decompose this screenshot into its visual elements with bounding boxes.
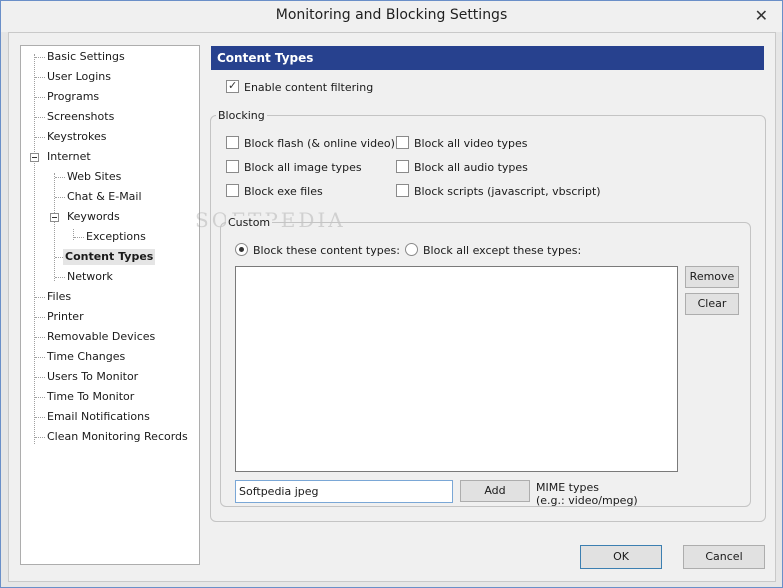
tree-item-exceptions[interactable]: Exceptions — [84, 229, 148, 245]
tree-item-removable-devices[interactable]: Removable Devices — [45, 329, 157, 345]
block-flash-label: Block flash (& online video) — [244, 137, 395, 150]
page-title: Content Types — [211, 46, 764, 70]
tree-item-network[interactable]: Network — [65, 269, 115, 285]
tree-item-files[interactable]: Files — [45, 289, 73, 305]
block-these-radio[interactable]: Block these content types: — [235, 243, 400, 259]
settings-tree[interactable]: Basic Settings User Logins Programs Scre… — [20, 45, 200, 565]
tree-connector — [35, 417, 45, 418]
tree-item-time-to-monitor[interactable]: Time To Monitor — [45, 389, 136, 405]
tree-item-chat-email[interactable]: Chat & E-Mail — [65, 189, 144, 205]
clear-button[interactable]: Clear — [685, 293, 739, 315]
window-title: Monitoring and Blocking Settings — [275, 7, 508, 23]
tree-connector — [55, 177, 65, 178]
tree-connector — [55, 197, 65, 198]
tree-connector — [34, 54, 35, 444]
tree-connector — [35, 297, 45, 298]
tree-connector — [35, 137, 45, 138]
tree-item-clean-monitoring-records[interactable]: Clean Monitoring Records — [45, 429, 190, 445]
block-these-label: Block these content types: — [253, 244, 400, 257]
ok-button[interactable]: OK — [580, 545, 662, 569]
checkbox-icon — [226, 136, 239, 149]
mime-types-hint-example: (e.g.: video/mpeg) — [536, 494, 638, 507]
tree-connector — [54, 173, 55, 281]
tree-item-web-sites[interactable]: Web Sites — [65, 169, 123, 185]
tree-item-basic-settings[interactable]: Basic Settings — [45, 49, 127, 65]
tree-connector — [73, 229, 74, 240]
tree-item-keystrokes[interactable]: Keystrokes — [45, 129, 108, 145]
block-exe-label: Block exe files — [244, 185, 323, 198]
tree-connector — [35, 117, 45, 118]
tree-connector — [35, 57, 45, 58]
enable-filtering-checkbox[interactable]: Enable content filtering — [226, 78, 374, 96]
tree-connector — [35, 77, 45, 78]
checkbox-icon — [396, 136, 409, 149]
content-types-list[interactable] — [235, 266, 678, 472]
checkbox-icon — [396, 160, 409, 173]
checkbox-icon — [226, 160, 239, 173]
block-exe-checkbox[interactable]: Block exe files — [226, 184, 323, 200]
tree-connector — [55, 277, 65, 278]
radio-icon — [235, 243, 248, 256]
tree-connector — [35, 377, 45, 378]
settings-dialog: Monitoring and Blocking Settings ✕ Basic… — [0, 0, 783, 588]
tree-connector — [35, 317, 45, 318]
block-except-label: Block all except these types: — [423, 244, 582, 257]
tree-item-printer[interactable]: Printer — [45, 309, 86, 325]
block-except-radio[interactable]: Block all except these types: — [405, 243, 581, 259]
custom-group-label: Custom — [226, 216, 273, 230]
tree-connector — [35, 397, 45, 398]
tree-item-programs[interactable]: Programs — [45, 89, 101, 105]
mime-type-input[interactable]: Softpedia jpeg — [235, 480, 453, 503]
tree-connector — [35, 97, 45, 98]
block-video-checkbox[interactable]: Block all video types — [396, 136, 527, 152]
tree-item-email-notifications[interactable]: Email Notifications — [45, 409, 152, 425]
block-scripts-checkbox[interactable]: Block scripts (javascript, vbscript) — [396, 184, 601, 200]
close-icon[interactable]: ✕ — [755, 6, 768, 25]
add-button[interactable]: Add — [460, 480, 530, 502]
title-bar: Monitoring and Blocking Settings ✕ — [1, 1, 782, 32]
collapse-icon[interactable] — [50, 213, 59, 222]
tree-item-content-types[interactable]: Content Types — [63, 249, 156, 265]
tree-item-users-to-monitor[interactable]: Users To Monitor — [45, 369, 140, 385]
cancel-button[interactable]: Cancel — [683, 545, 765, 569]
tree-item-user-logins[interactable]: User Logins — [45, 69, 113, 85]
collapse-icon[interactable] — [30, 153, 39, 162]
remove-button[interactable]: Remove — [685, 266, 739, 288]
block-audio-checkbox[interactable]: Block all audio types — [396, 160, 528, 176]
dialog-client-area: Basic Settings User Logins Programs Scre… — [8, 32, 776, 582]
block-images-label: Block all image types — [244, 161, 362, 174]
tree-item-keywords[interactable]: Keywords — [65, 209, 122, 225]
block-flash-checkbox[interactable]: Block flash (& online video) — [226, 136, 395, 152]
tree-connector — [35, 337, 45, 338]
tree-item-screenshots[interactable]: Screenshots — [45, 109, 116, 125]
block-scripts-label: Block scripts (javascript, vbscript) — [414, 185, 601, 198]
block-images-checkbox[interactable]: Block all image types — [226, 160, 362, 176]
block-video-label: Block all video types — [414, 137, 528, 150]
tree-item-time-changes[interactable]: Time Changes — [45, 349, 127, 365]
radio-icon — [405, 243, 418, 256]
block-audio-label: Block all audio types — [414, 161, 528, 174]
blocking-group-label: Blocking — [216, 109, 267, 123]
checkbox-icon — [226, 78, 239, 94]
tree-item-internet[interactable]: Internet — [45, 149, 93, 165]
checkbox-icon — [226, 184, 239, 197]
mime-types-hint-title: MIME types — [536, 481, 599, 494]
tree-connector — [74, 237, 84, 238]
enable-filtering-label: Enable content filtering — [244, 81, 374, 94]
checkbox-icon — [396, 184, 409, 197]
tree-connector — [35, 357, 45, 358]
tree-connector — [35, 437, 45, 438]
mime-types-hint: MIME types (e.g.: video/mpeg) — [536, 481, 638, 507]
